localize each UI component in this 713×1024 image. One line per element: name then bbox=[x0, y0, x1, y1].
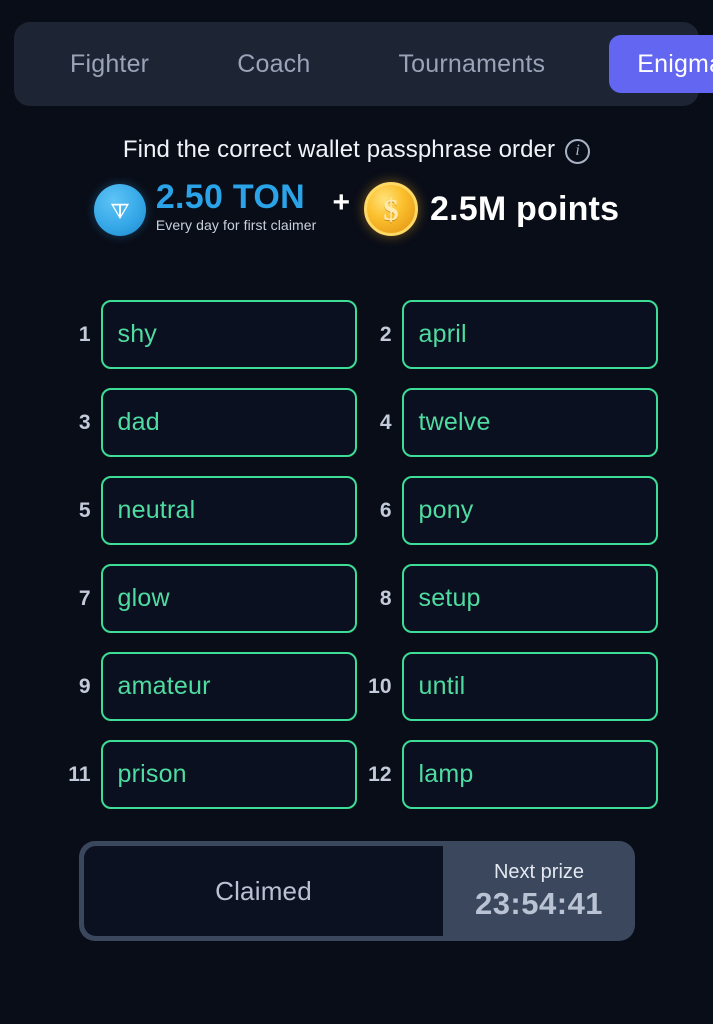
next-prize-label: Next prize bbox=[493, 860, 585, 883]
passphrase-word-box[interactable]: april bbox=[401, 300, 658, 369]
passphrase-cell-number: 7 bbox=[78, 586, 91, 610]
passphrase-word-box[interactable]: glow bbox=[100, 564, 357, 633]
passphrase-grid: 1 shy 2 april 3 dad 4 twelve 5 neutral 6 pony 7 glow 8… bbox=[0, 300, 713, 809]
passphrase-word: neutral bbox=[117, 496, 196, 524]
passphrase-cell[interactable]: 7 glow bbox=[56, 564, 357, 633]
points-prize: $ 2.5M points bbox=[363, 182, 620, 236]
tab-fighter-label: Fighter bbox=[70, 49, 150, 78]
page-title: Find the correct wallet passphrase order bbox=[122, 136, 556, 163]
passphrase-cell-number: 5 bbox=[78, 498, 91, 522]
gold-coin-icon: $ bbox=[363, 182, 418, 236]
passphrase-cell[interactable]: 6 pony bbox=[357, 476, 658, 545]
points-amount: 2.5M points bbox=[429, 189, 620, 228]
passphrase-cell-number: 10 bbox=[368, 674, 392, 698]
passphrase-word-box[interactable]: until bbox=[401, 652, 658, 721]
claimed-button[interactable]: Claimed bbox=[84, 846, 443, 936]
passphrase-cell[interactable]: 12 lamp bbox=[357, 740, 658, 809]
tab-coach-label: Coach bbox=[237, 49, 311, 78]
passphrase-word-box[interactable]: pony bbox=[401, 476, 658, 545]
info-circle-icon[interactable]: i bbox=[565, 138, 591, 164]
passphrase-cell[interactable]: 9 amateur bbox=[56, 652, 357, 721]
tab-coach[interactable]: Coach bbox=[215, 35, 332, 93]
passphrase-word-box[interactable]: shy bbox=[100, 300, 357, 369]
passphrase-word: pony bbox=[418, 496, 474, 524]
passphrase-cell[interactable]: 4 twelve bbox=[357, 388, 658, 457]
passphrase-cell-number: 8 bbox=[379, 586, 392, 610]
tab-fighter[interactable]: Fighter bbox=[48, 35, 171, 93]
passphrase-word: lamp bbox=[418, 760, 474, 788]
passphrase-cell-number: 9 bbox=[78, 674, 91, 698]
passphrase-cell-number: 12 bbox=[368, 762, 392, 786]
next-prize-timer: Next prize 23:54:41 bbox=[443, 841, 635, 941]
claimed-button-label: Claimed bbox=[215, 875, 312, 906]
passphrase-cell[interactable]: 8 setup bbox=[357, 564, 658, 633]
passphrase-word: setup bbox=[418, 584, 481, 612]
passphrase-word: until bbox=[418, 672, 466, 700]
top-tab-bar: Fighter Coach Tournaments Enigma bbox=[14, 22, 713, 106]
tab-tournaments[interactable]: Tournaments bbox=[376, 35, 567, 93]
passphrase-word: dad bbox=[117, 408, 160, 436]
passphrase-cell-number: 2 bbox=[379, 322, 392, 346]
passphrase-cell-number: 1 bbox=[78, 322, 91, 346]
enigma-screen: Fighter Coach Tournaments Enigma Find th… bbox=[0, 0, 713, 1024]
tab-enigma[interactable]: Enigma bbox=[609, 35, 713, 93]
passphrase-word-box[interactable]: prison bbox=[100, 740, 357, 809]
page-title-row: Find the correct wallet passphrase order… bbox=[0, 136, 713, 164]
next-prize-countdown: 23:54:41 bbox=[474, 885, 604, 921]
passphrase-word: twelve bbox=[418, 408, 491, 436]
passphrase-word: amateur bbox=[117, 672, 211, 700]
passphrase-word: prison bbox=[117, 760, 187, 788]
passphrase-cell-number: 4 bbox=[379, 410, 392, 434]
ton-text-block: 2.50 TON Every day for first claimer bbox=[155, 178, 317, 233]
passphrase-cell[interactable]: 5 neutral bbox=[56, 476, 357, 545]
prize-separator: + bbox=[332, 186, 350, 219]
passphrase-word-box[interactable]: neutral bbox=[100, 476, 357, 545]
passphrase-word: april bbox=[418, 320, 467, 348]
ton-coin-icon bbox=[93, 184, 146, 236]
passphrase-cell-number: 3 bbox=[78, 410, 91, 434]
passphrase-cell-number: 6 bbox=[379, 498, 392, 522]
tab-enigma-label: Enigma bbox=[637, 49, 713, 78]
tab-tournaments-label: Tournaments bbox=[398, 49, 546, 78]
passphrase-word-box[interactable]: dad bbox=[100, 388, 357, 457]
passphrase-cell[interactable]: 10 until bbox=[357, 652, 658, 721]
passphrase-cell[interactable]: 1 shy bbox=[56, 300, 357, 369]
ton-prize: 2.50 TON Every day for first claimer bbox=[93, 178, 317, 236]
passphrase-word-box[interactable]: amateur bbox=[100, 652, 357, 721]
passphrase-word-box[interactable]: twelve bbox=[401, 388, 658, 457]
prize-row: 2.50 TON Every day for first claimer + $… bbox=[0, 178, 713, 236]
ton-amount: 2.50 TON bbox=[155, 178, 305, 216]
passphrase-word: shy bbox=[117, 320, 158, 348]
passphrase-cell[interactable]: 2 april bbox=[357, 300, 658, 369]
passphrase-word-box[interactable]: lamp bbox=[401, 740, 658, 809]
passphrase-word: glow bbox=[117, 584, 170, 612]
claim-bar: Claimed Next prize 23:54:41 bbox=[79, 841, 635, 941]
passphrase-cell[interactable]: 3 dad bbox=[56, 388, 357, 457]
passphrase-cell-number: 11 bbox=[68, 762, 91, 786]
ton-subtitle: Every day for first claimer bbox=[155, 216, 317, 233]
passphrase-cell[interactable]: 11 prison bbox=[56, 740, 357, 809]
passphrase-word-box[interactable]: setup bbox=[401, 564, 658, 633]
